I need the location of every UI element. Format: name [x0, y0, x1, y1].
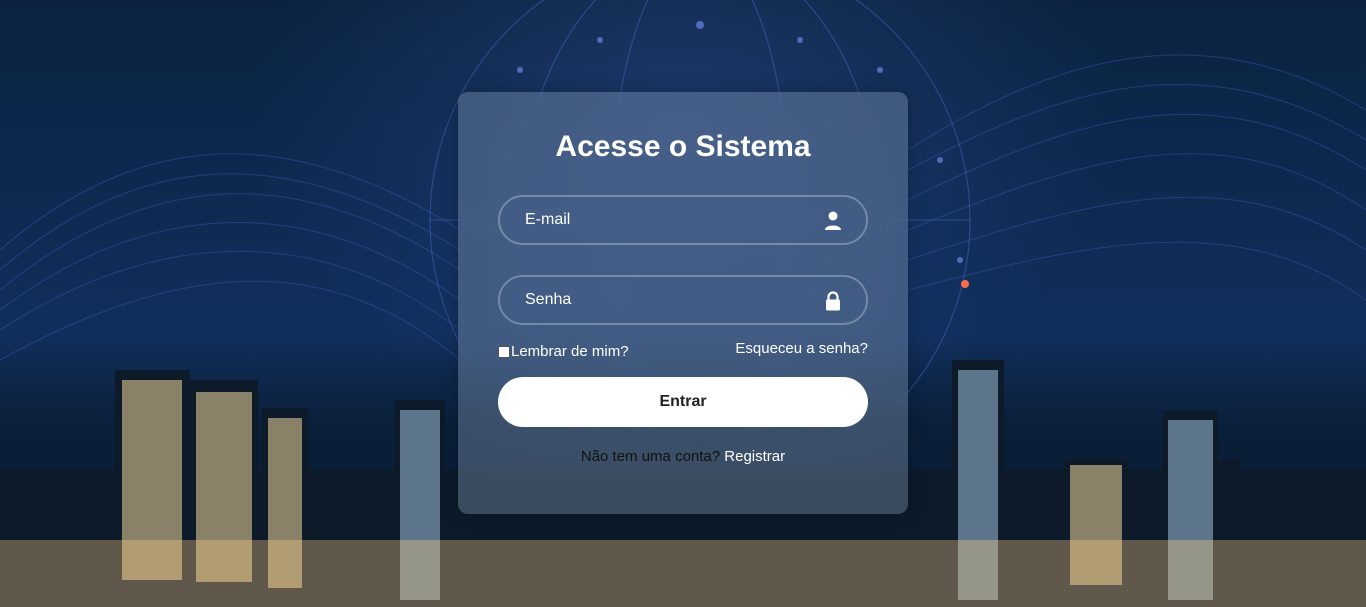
remember-me-checkbox[interactable] — [498, 345, 510, 358]
lock-icon — [826, 291, 840, 311]
password-field-wrapper — [498, 275, 868, 325]
email-field-wrapper — [498, 195, 868, 245]
login-title: Acesse o Sistema — [555, 130, 811, 163]
email-input[interactable] — [500, 197, 866, 243]
remember-me[interactable]: Lembrar de mim? — [498, 343, 629, 360]
register-link[interactable]: Registrar — [724, 448, 785, 465]
login-card: Acesse o Sistema Lembrar de mim? Esquece… — [458, 92, 908, 514]
password-input[interactable] — [500, 277, 866, 323]
remember-me-label: Lembrar de mim? — [511, 343, 629, 360]
login-button[interactable]: Entrar — [498, 377, 868, 427]
forgot-password-link[interactable]: Esqueceu a senha? — [735, 340, 868, 357]
register-prompt: Não tem uma conta? — [580, 448, 721, 465]
register-line: Não tem uma conta? Registrar — [458, 448, 908, 465]
user-icon — [825, 211, 841, 230]
